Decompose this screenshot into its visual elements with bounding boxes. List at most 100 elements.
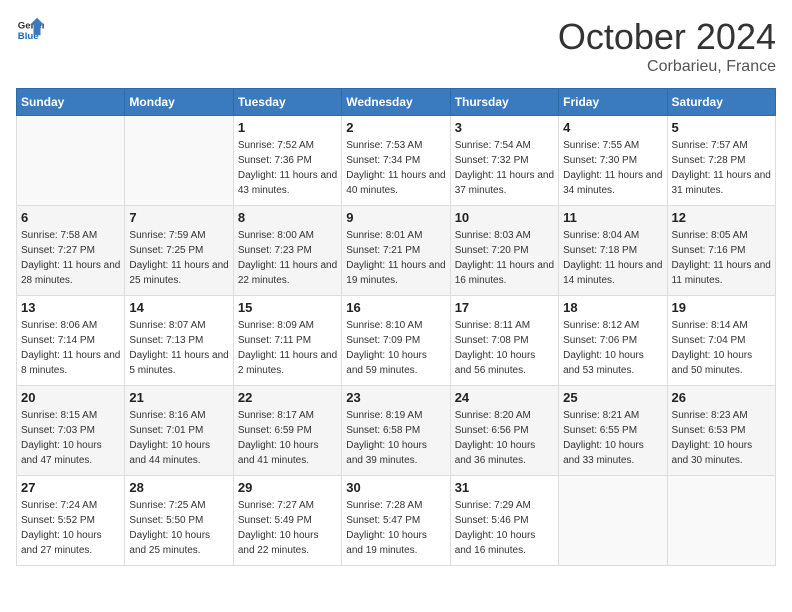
day-number: 18: [563, 300, 662, 315]
day-number: 24: [455, 390, 554, 405]
day-info: Sunrise: 7:27 AMSunset: 5:49 PMDaylight:…: [238, 498, 337, 558]
day-number: 28: [129, 480, 228, 495]
day-number: 9: [346, 210, 445, 225]
day-cell: [559, 476, 667, 566]
week-row-1: 1 Sunrise: 7:52 AMSunset: 7:36 PMDaylight…: [17, 116, 776, 206]
day-info: Sunrise: 7:58 AMSunset: 7:27 PMDaylight:…: [21, 228, 120, 288]
day-info: Sunrise: 8:21 AMSunset: 6:55 PMDaylight:…: [563, 408, 662, 468]
day-cell: 25Sunrise: 8:21 AMSunset: 6:55 PMDayligh…: [559, 386, 667, 476]
day-cell: [125, 116, 233, 206]
logo: General Blue: [16, 16, 44, 44]
day-info: Sunrise: 8:17 AMSunset: 6:59 PMDaylight:…: [238, 408, 337, 468]
weekday-header-wednesday: Wednesday: [342, 89, 450, 116]
day-cell: [17, 116, 125, 206]
week-row-4: 20 Sunrise: 8:15 AMSunset: 7:03 PMDayligh…: [17, 386, 776, 476]
day-info: Sunrise: 7:52 AMSunset: 7:36 PMDaylight:…: [238, 138, 337, 198]
weekday-header-thursday: Thursday: [450, 89, 558, 116]
day-cell: 31 Sunrise: 7:29 AMSunset: 5:46 PMDayligh…: [450, 476, 558, 566]
day-info: Sunrise: 7:29 AMSunset: 5:46 PMDaylight:…: [455, 498, 554, 558]
day-cell: 20 Sunrise: 8:15 AMSunset: 7:03 PMDayligh…: [17, 386, 125, 476]
day-cell: 6 Sunrise: 7:58 AMSunset: 7:27 PMDaylight…: [17, 206, 125, 296]
day-info: Sunrise: 8:09 AMSunset: 7:11 PMDaylight:…: [238, 318, 337, 378]
day-cell: 4 Sunrise: 7:55 AMSunset: 7:30 PMDaylight…: [559, 116, 667, 206]
day-number: 7: [129, 210, 228, 225]
day-cell: 2Sunrise: 7:53 AMSunset: 7:34 PMDaylight…: [342, 116, 450, 206]
day-number: 12: [672, 210, 771, 225]
day-number: 22: [238, 390, 337, 405]
day-number: 11: [563, 210, 662, 225]
weekday-header-sunday: Sunday: [17, 89, 125, 116]
day-number: 26: [672, 390, 771, 405]
day-cell: 13Sunrise: 8:06 AMSunset: 7:14 PMDayligh…: [17, 296, 125, 386]
day-cell: 3 Sunrise: 7:54 AMSunset: 7:32 PMDaylight…: [450, 116, 558, 206]
day-number: 20: [21, 390, 120, 405]
title-section: October 2024 Corbarieu, France: [558, 16, 776, 76]
day-number: 4: [563, 120, 662, 135]
day-info: Sunrise: 8:11 AMSunset: 7:08 PMDaylight:…: [455, 318, 554, 378]
day-number: 5: [672, 120, 771, 135]
day-cell: 22 Sunrise: 8:17 AMSunset: 6:59 PMDayligh…: [233, 386, 341, 476]
day-info: Sunrise: 7:59 AMSunset: 7:25 PMDaylight:…: [129, 228, 228, 288]
page-header: General Blue October 2024 Corbarieu, Fra…: [16, 16, 776, 76]
day-info: Sunrise: 8:14 AMSunset: 7:04 PMDaylight:…: [672, 318, 771, 378]
day-cell: 29 Sunrise: 7:27 AMSunset: 5:49 PMDayligh…: [233, 476, 341, 566]
day-info: Sunrise: 8:00 AMSunset: 7:23 PMDaylight:…: [238, 228, 337, 288]
weekday-header-saturday: Saturday: [667, 89, 775, 116]
day-cell: 24 Sunrise: 8:20 AMSunset: 6:56 PMDayligh…: [450, 386, 558, 476]
day-cell: 21 Sunrise: 8:16 AMSunset: 7:01 PMDayligh…: [125, 386, 233, 476]
day-number: 3: [455, 120, 554, 135]
day-number: 27: [21, 480, 120, 495]
day-info: Sunrise: 8:06 AMSunset: 7:14 PMDaylight:…: [21, 318, 120, 378]
day-info: Sunrise: 8:15 AMSunset: 7:03 PMDaylight:…: [21, 408, 120, 468]
day-info: Sunrise: 8:05 AMSunset: 7:16 PMDaylight:…: [672, 228, 771, 288]
day-cell: 15 Sunrise: 8:09 AMSunset: 7:11 PMDayligh…: [233, 296, 341, 386]
day-cell: 16Sunrise: 8:10 AMSunset: 7:09 PMDayligh…: [342, 296, 450, 386]
day-info: Sunrise: 7:28 AMSunset: 5:47 PMDaylight:…: [346, 498, 445, 558]
day-cell: 9Sunrise: 8:01 AMSunset: 7:21 PMDaylight…: [342, 206, 450, 296]
day-info: Sunrise: 7:57 AMSunset: 7:28 PMDaylight:…: [672, 138, 771, 198]
location: Corbarieu, France: [558, 58, 776, 76]
day-info: Sunrise: 8:10 AMSunset: 7:09 PMDaylight:…: [346, 318, 445, 378]
day-number: 14: [129, 300, 228, 315]
day-cell: 14Sunrise: 8:07 AMSunset: 7:13 PMDayligh…: [125, 296, 233, 386]
day-number: 6: [21, 210, 120, 225]
day-cell: 23Sunrise: 8:19 AMSunset: 6:58 PMDayligh…: [342, 386, 450, 476]
day-number: 23: [346, 390, 445, 405]
day-info: Sunrise: 7:24 AMSunset: 5:52 PMDaylight:…: [21, 498, 120, 558]
weekday-header-friday: Friday: [559, 89, 667, 116]
day-number: 29: [238, 480, 337, 495]
day-number: 30: [346, 480, 445, 495]
day-info: Sunrise: 7:53 AMSunset: 7:34 PMDaylight:…: [346, 138, 445, 198]
day-cell: 26Sunrise: 8:23 AMSunset: 6:53 PMDayligh…: [667, 386, 775, 476]
week-row-2: 6 Sunrise: 7:58 AMSunset: 7:27 PMDaylight…: [17, 206, 776, 296]
day-number: 15: [238, 300, 337, 315]
day-number: 19: [672, 300, 771, 315]
day-number: 8: [238, 210, 337, 225]
day-number: 21: [129, 390, 228, 405]
weekday-header-monday: Monday: [125, 89, 233, 116]
week-row-3: 13Sunrise: 8:06 AMSunset: 7:14 PMDayligh…: [17, 296, 776, 386]
day-cell: [667, 476, 775, 566]
day-cell: 28 Sunrise: 7:25 AMSunset: 5:50 PMDayligh…: [125, 476, 233, 566]
day-cell: 11 Sunrise: 8:04 AMSunset: 7:18 PMDayligh…: [559, 206, 667, 296]
day-info: Sunrise: 8:04 AMSunset: 7:18 PMDaylight:…: [563, 228, 662, 288]
day-info: Sunrise: 7:25 AMSunset: 5:50 PMDaylight:…: [129, 498, 228, 558]
day-cell: 8 Sunrise: 8:00 AMSunset: 7:23 PMDaylight…: [233, 206, 341, 296]
day-number: 31: [455, 480, 554, 495]
week-row-5: 27 Sunrise: 7:24 AMSunset: 5:52 PMDayligh…: [17, 476, 776, 566]
day-cell: 7 Sunrise: 7:59 AMSunset: 7:25 PMDaylight…: [125, 206, 233, 296]
day-info: Sunrise: 8:20 AMSunset: 6:56 PMDaylight:…: [455, 408, 554, 468]
day-info: Sunrise: 7:54 AMSunset: 7:32 PMDaylight:…: [455, 138, 554, 198]
day-cell: 18 Sunrise: 8:12 AMSunset: 7:06 PMDayligh…: [559, 296, 667, 386]
day-number: 10: [455, 210, 554, 225]
day-cell: 12 Sunrise: 8:05 AMSunset: 7:16 PMDayligh…: [667, 206, 775, 296]
weekday-header-row: SundayMondayTuesdayWednesdayThursdayFrid…: [17, 89, 776, 116]
day-info: Sunrise: 8:12 AMSunset: 7:06 PMDaylight:…: [563, 318, 662, 378]
day-info: Sunrise: 7:55 AMSunset: 7:30 PMDaylight:…: [563, 138, 662, 198]
day-cell: 10Sunrise: 8:03 AMSunset: 7:20 PMDayligh…: [450, 206, 558, 296]
day-cell: 19 Sunrise: 8:14 AMSunset: 7:04 PMDayligh…: [667, 296, 775, 386]
day-number: 1: [238, 120, 337, 135]
weekday-header-tuesday: Tuesday: [233, 89, 341, 116]
day-info: Sunrise: 8:16 AMSunset: 7:01 PMDaylight:…: [129, 408, 228, 468]
day-number: 17: [455, 300, 554, 315]
